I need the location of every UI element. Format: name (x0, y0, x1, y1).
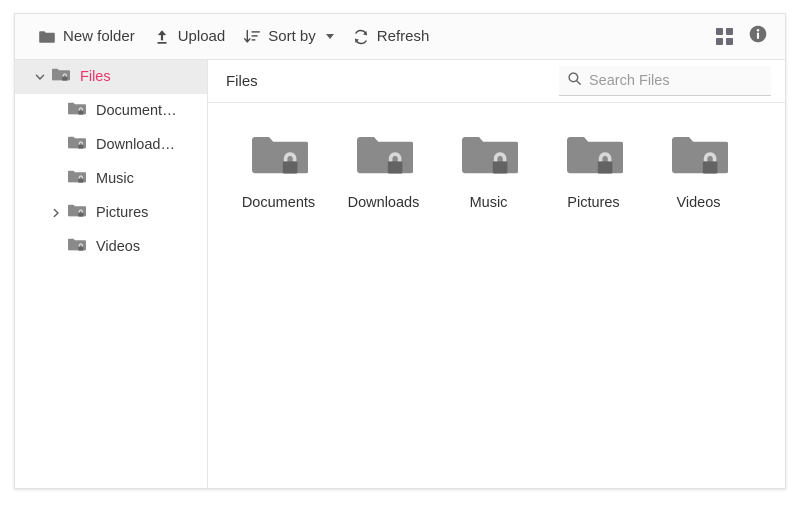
sidebar-item-files[interactable]: Files (15, 60, 207, 94)
info-icon (747, 23, 769, 50)
info-button[interactable] (743, 22, 773, 52)
file-item[interactable]: Pictures (541, 125, 646, 219)
folder-locked-icon (460, 131, 518, 186)
sidebar-item-label: Files (80, 69, 111, 85)
folder-locked-icon (67, 202, 87, 224)
upload-button[interactable]: Upload (144, 23, 235, 51)
folder-locked-icon (670, 131, 728, 186)
file-item-label: Downloads (348, 195, 420, 211)
upload-label: Upload (178, 29, 226, 44)
sidebar-item-label: Pictures (96, 205, 148, 221)
sidebar-item-label: Videos (96, 239, 140, 255)
search-icon (567, 71, 582, 91)
toolbar: New folder Upload Sort by (15, 14, 785, 60)
sidebar-tree: Files Document… (15, 60, 208, 488)
folder-locked-icon (67, 100, 87, 122)
file-item-label: Pictures (567, 195, 619, 211)
chevron-down-icon[interactable] (29, 71, 51, 83)
file-item[interactable]: Documents (226, 125, 331, 219)
file-item[interactable]: Music (436, 125, 541, 219)
chevron-down-icon (326, 34, 334, 39)
sort-by-button[interactable]: Sort by (234, 23, 343, 51)
folder-locked-icon (67, 134, 87, 156)
grid-view-button[interactable] (709, 22, 739, 52)
sidebar-item-downloads[interactable]: Download… (15, 128, 207, 162)
sidebar-item-label: Document… (96, 103, 177, 119)
grid-view-icon (716, 28, 733, 45)
file-item-label: Music (470, 195, 508, 211)
file-item-label: Videos (676, 195, 720, 211)
chevron-right-icon[interactable] (45, 207, 67, 219)
search-input[interactable] (589, 73, 763, 89)
folder-locked-icon (51, 66, 71, 88)
sort-by-label: Sort by (268, 29, 316, 44)
window-body: Files Document… (15, 60, 785, 488)
search-box[interactable] (559, 66, 771, 96)
file-item[interactable]: Videos (646, 125, 751, 219)
sidebar-item-label: Music (96, 171, 134, 187)
new-folder-label: New folder (63, 29, 135, 44)
file-item-label: Documents (242, 195, 315, 211)
folder-locked-icon (355, 131, 413, 186)
file-manager-window: New folder Upload Sort by (14, 13, 786, 489)
folder-locked-icon (250, 131, 308, 186)
folder-locked-icon (67, 168, 87, 190)
refresh-label: Refresh (377, 29, 430, 44)
file-item[interactable]: Downloads (331, 125, 436, 219)
new-folder-button[interactable]: New folder (29, 23, 144, 51)
sidebar-item-music[interactable]: Music (15, 162, 207, 196)
refresh-button[interactable]: Refresh (343, 23, 439, 51)
folder-icon (38, 28, 56, 46)
breadcrumb-bar: Files (208, 60, 785, 103)
sidebar-item-videos[interactable]: Videos (15, 230, 207, 264)
breadcrumb[interactable]: Files (226, 73, 258, 90)
folder-locked-icon (565, 131, 623, 186)
upload-icon (153, 28, 171, 46)
file-grid: Documents Downloads (208, 103, 785, 488)
main-panel: Files (208, 60, 785, 488)
refresh-icon (352, 28, 370, 46)
folder-locked-icon (67, 236, 87, 258)
sidebar-item-label: Download… (96, 137, 175, 153)
sidebar-item-pictures[interactable]: Pictures (15, 196, 207, 230)
sidebar-item-documents[interactable]: Document… (15, 94, 207, 128)
sort-descending-icon (243, 28, 261, 46)
